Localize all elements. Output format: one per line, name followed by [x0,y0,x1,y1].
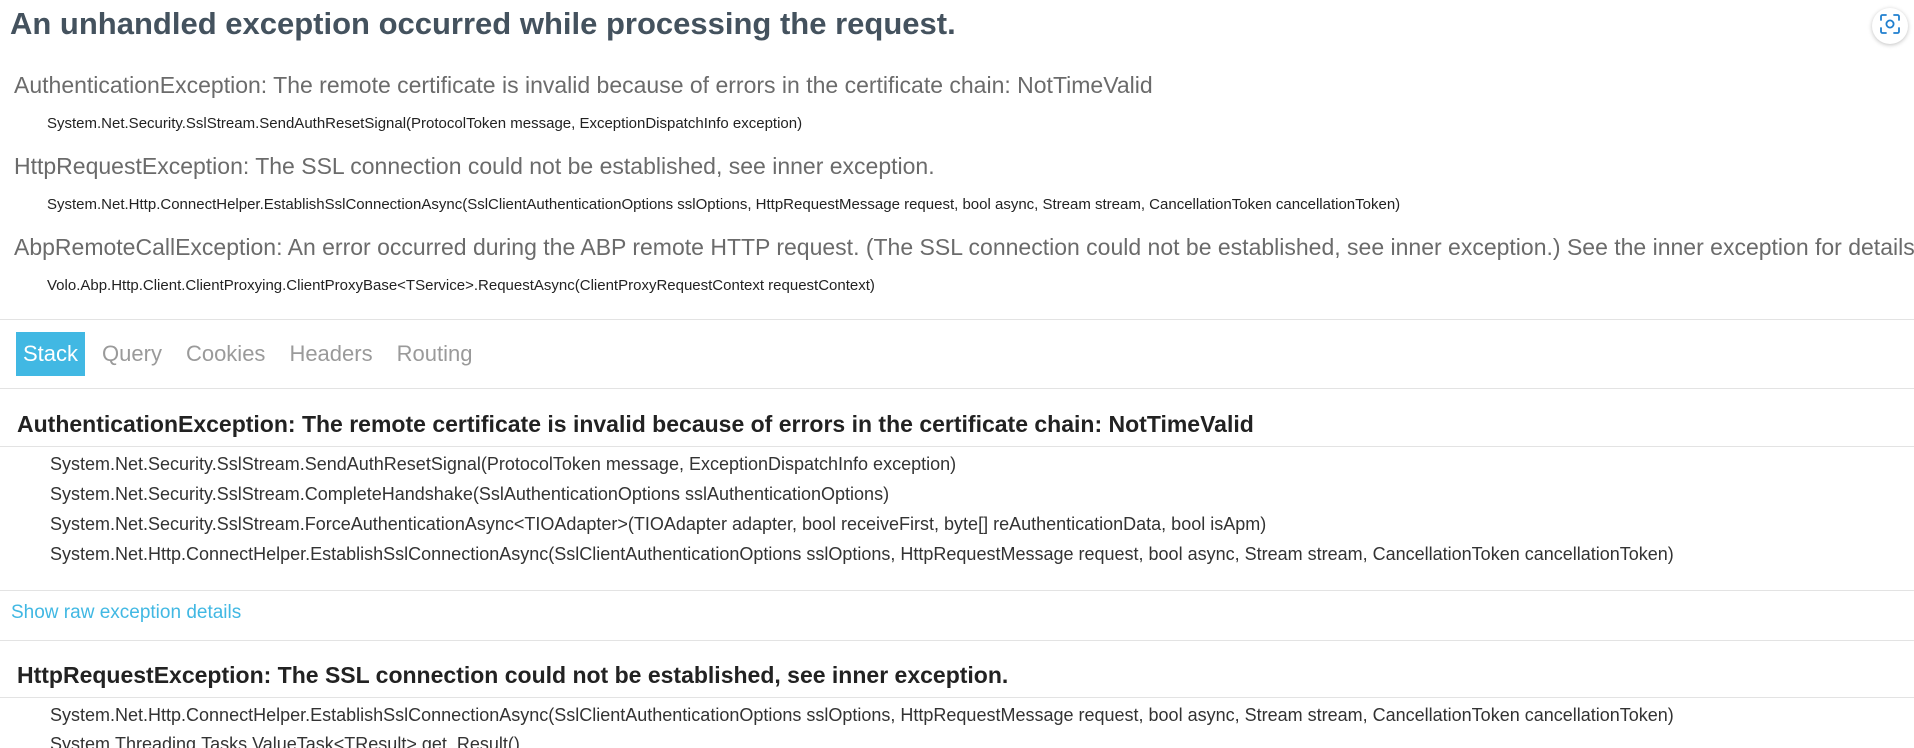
tab-query[interactable]: Query [95,332,169,376]
page-title: An unhandled exception occurred while pr… [10,6,956,41]
stack-frame: System.Net.Http.ConnectHelper.EstablishS… [50,705,1674,725]
summary-title: AuthenticationException: The remote cert… [14,72,1153,98]
exception-title: AuthenticationException: The remote cert… [17,411,1254,437]
divider [0,446,1914,447]
summary-title: AbpRemoteCallException: An error occurre… [14,234,1914,260]
exception-title: HttpRequestException: The SSL connection… [17,662,1009,688]
summary-frame: System.Net.Security.SslStream.SendAuthRe… [47,115,803,132]
tab-cookies[interactable]: Cookies [179,332,272,376]
tab-headers[interactable]: Headers [282,332,379,376]
show-raw-exception-link[interactable]: Show raw exception details [11,602,241,624]
divider [0,388,1914,389]
error-page: An unhandled exception occurred while pr… [0,0,1914,748]
stack-frame: System.Net.Http.ConnectHelper.EstablishS… [50,544,1674,564]
divider [0,590,1914,591]
divider [0,319,1914,320]
screenshot-button[interactable] [1872,8,1908,44]
divider [0,640,1914,641]
stack-frame: System.Threading.Tasks.ValueTask<TResult… [50,734,520,748]
summary-frame: Volo.Abp.Http.Client.ClientProxying.Clie… [47,277,875,294]
stack-frame: System.Net.Security.SslStream.SendAuthRe… [50,454,957,474]
stack-frame: System.Net.Security.SslStream.CompleteHa… [50,484,890,504]
stack-frame: System.Net.Security.SslStream.ForceAuthe… [50,514,1267,534]
summary-title: HttpRequestException: The SSL connection… [14,153,935,179]
tab-routing[interactable]: Routing [390,332,480,376]
summary-frame: System.Net.Http.ConnectHelper.EstablishS… [47,196,1401,213]
screenshot-capture-icon [1879,13,1901,40]
divider [0,697,1914,698]
tab-stack[interactable]: Stack [16,332,86,376]
tab-bar: Stack Query Cookies Headers Routing [16,332,489,376]
